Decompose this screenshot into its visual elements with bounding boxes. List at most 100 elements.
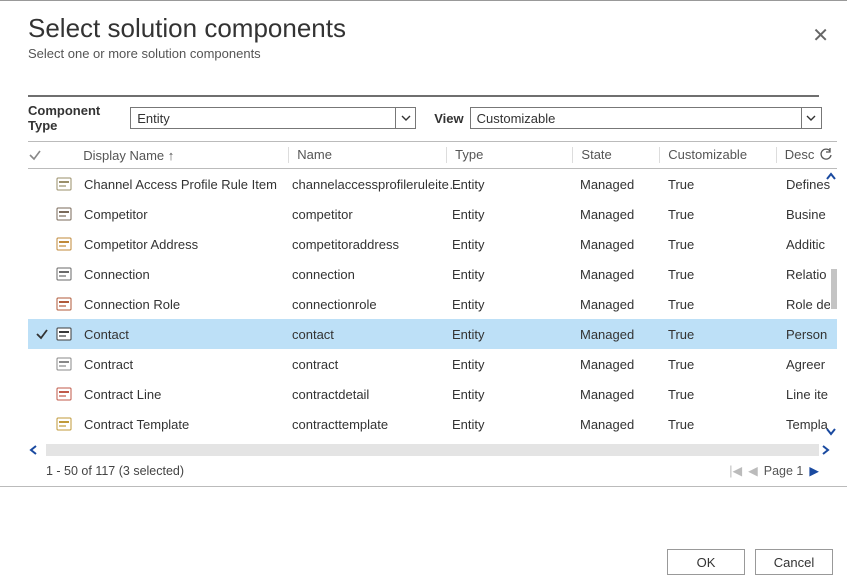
header: Select solution components Select one or… (0, 1, 847, 67)
pager: |◀ ◀ Page 1 ▶ (729, 463, 819, 478)
cell-description: Busine (786, 207, 830, 222)
page-subtitle: Select one or more solution components (28, 46, 819, 61)
entity-icon (56, 176, 82, 192)
cell-customizable: True (668, 237, 786, 252)
cell-state: Managed (580, 357, 668, 372)
component-type-value: Entity (137, 111, 170, 126)
cell-type: Entity (452, 417, 580, 432)
view-value: Customizable (477, 111, 556, 126)
table-row[interactable]: Competitor AddresscompetitoraddressEntit… (28, 229, 837, 259)
cell-name: channelaccessprofileruleite… (292, 177, 452, 192)
col-name[interactable]: Name (288, 147, 446, 163)
horizontal-scrollbar[interactable] (28, 441, 837, 459)
cell-name: competitoraddress (292, 237, 452, 252)
cell-customizable: True (668, 297, 786, 312)
cell-state: Managed (580, 207, 668, 222)
cell-description: Role de (786, 297, 830, 312)
scroll-down-icon[interactable] (825, 425, 837, 437)
table-row[interactable]: Channel Access Profile Rule Itemchannela… (28, 169, 837, 199)
footer: 1 - 50 of 117 (3 selected) |◀ ◀ Page 1 ▶ (0, 459, 847, 478)
cell-description: Agreer (786, 357, 830, 372)
cell-description: Defines (786, 177, 830, 192)
cell-description: Person (786, 327, 830, 342)
table-row[interactable]: Contract TemplatecontracttemplateEntityM… (28, 409, 837, 439)
table-row[interactable]: ContactcontactEntityManagedTruePerson (28, 319, 837, 349)
cell-state: Managed (580, 177, 668, 192)
cell-name: contractdetail (292, 387, 452, 402)
entity-icon (56, 386, 82, 402)
cell-name: contract (292, 357, 452, 372)
cell-name: contracttemplate (292, 417, 452, 432)
cell-customizable: True (668, 267, 786, 282)
filter-bar: Component Type Entity View Customizable (0, 97, 847, 141)
dialog: ✕ Select solution components Select one … (0, 0, 847, 587)
grid-header: Display Name ↑ Name Type State Customiza… (28, 141, 837, 169)
cell-name: connectionrole (292, 297, 452, 312)
cell-state: Managed (580, 417, 668, 432)
table-row[interactable]: Connection RoleconnectionroleEntityManag… (28, 289, 837, 319)
scroll-right-icon[interactable] (819, 444, 837, 456)
refresh-icon[interactable] (819, 148, 837, 162)
cell-type: Entity (452, 327, 580, 342)
filter-component-type: Component Type Entity (28, 103, 416, 133)
col-customizable[interactable]: Customizable (659, 147, 775, 163)
close-icon[interactable]: ✕ (812, 23, 829, 48)
cell-description: Relatio (786, 267, 830, 282)
ok-button[interactable]: OK (667, 549, 745, 575)
divider (0, 486, 847, 487)
cell-description: Additic (786, 237, 830, 252)
chevron-down-icon (801, 108, 821, 128)
entity-icon (56, 266, 82, 282)
cell-display-name: Connection (82, 267, 292, 282)
cell-state: Managed (580, 297, 668, 312)
entity-icon (56, 206, 82, 222)
cell-type: Entity (452, 267, 580, 282)
cell-type: Entity (452, 387, 580, 402)
table-row[interactable]: Contract LinecontractdetailEntityManaged… (28, 379, 837, 409)
cell-customizable: True (668, 417, 786, 432)
col-display-name[interactable]: Display Name ↑ (81, 148, 288, 163)
cell-display-name: Competitor (82, 207, 292, 222)
table-row[interactable]: CompetitorcompetitorEntityManagedTrueBus… (28, 199, 837, 229)
cell-display-name: Contract (82, 357, 292, 372)
cell-state: Managed (580, 267, 668, 282)
table-row[interactable]: ContractcontractEntityManagedTrueAgreer (28, 349, 837, 379)
cell-customizable: True (668, 357, 786, 372)
scrollbar-track[interactable] (46, 444, 819, 456)
page-next-icon[interactable]: ▶ (809, 463, 819, 478)
grid-rows: Channel Access Profile Rule Itemchannela… (28, 169, 837, 439)
scrollbar-thumb[interactable] (831, 269, 837, 309)
cell-state: Managed (580, 327, 668, 342)
scroll-up-icon[interactable] (825, 171, 837, 183)
page-first-icon[interactable]: |◀ (729, 463, 742, 478)
scroll-left-icon[interactable] (28, 444, 46, 456)
cell-type: Entity (452, 237, 580, 252)
cell-display-name: Channel Access Profile Rule Item (82, 177, 292, 192)
table-row[interactable]: ConnectionconnectionEntityManagedTrueRel… (28, 259, 837, 289)
cell-name: contact (292, 327, 452, 342)
cell-display-name: Competitor Address (82, 237, 292, 252)
select-all-checkbox[interactable] (28, 148, 56, 162)
view-select[interactable]: Customizable (470, 107, 822, 129)
filter-view: View Customizable (434, 107, 821, 129)
col-type[interactable]: Type (446, 147, 572, 163)
view-label: View (434, 111, 463, 126)
component-type-select[interactable]: Entity (130, 107, 416, 129)
cell-display-name: Contract Line (82, 387, 292, 402)
cell-customizable: True (668, 387, 786, 402)
cell-customizable: True (668, 207, 786, 222)
cell-description: Line ite (786, 387, 830, 402)
cancel-button[interactable]: Cancel (755, 549, 833, 575)
cell-display-name: Connection Role (82, 297, 292, 312)
cell-name: competitor (292, 207, 452, 222)
page-title: Select solution components (28, 13, 819, 44)
page-label: Page 1 (764, 464, 804, 478)
cell-type: Entity (452, 177, 580, 192)
col-description[interactable]: Desc (776, 147, 820, 163)
page-prev-icon[interactable]: ◀ (748, 463, 758, 478)
entity-icon (56, 296, 82, 312)
entity-icon (56, 326, 82, 342)
row-checkbox[interactable] (28, 327, 56, 341)
col-state[interactable]: State (572, 147, 659, 163)
entity-icon (56, 416, 82, 432)
